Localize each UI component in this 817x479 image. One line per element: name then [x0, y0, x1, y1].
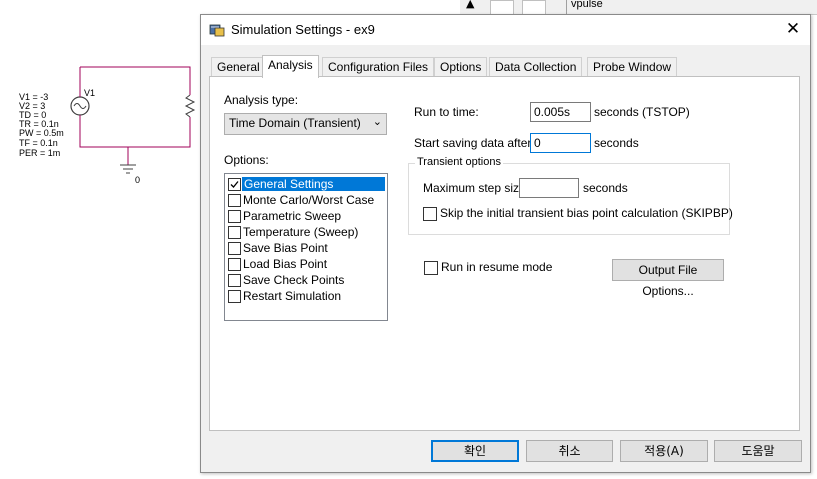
run-to-time-unit: seconds (TSTOP) [594, 105, 690, 119]
list-item-label: Monte Carlo/Worst Case [243, 193, 375, 207]
wire-tool-icon[interactable] [490, 0, 514, 15]
option-save-bias-point[interactable]: Save Bias Point [227, 240, 385, 256]
skip-bias-label: Skip the initial transient bias point ca… [440, 206, 733, 220]
skip-bias-checkbox[interactable] [423, 207, 437, 221]
run-to-time-input[interactable] [530, 102, 591, 122]
list-item-label: Restart Simulation [243, 289, 342, 303]
list-item-label: Load Bias Point [243, 257, 328, 271]
list-item-label: Save Check Points [243, 273, 345, 287]
checkbox-icon[interactable] [228, 194, 241, 207]
list-item-label: Temperature (Sweep) [243, 225, 359, 239]
option-save-check-points[interactable]: Save Check Points [227, 272, 385, 288]
option-general-settings[interactable]: General Settings [227, 176, 385, 192]
schematic-param: TF = 0.1n [19, 138, 58, 148]
analysis-type-value: Time Domain (Transient) [229, 116, 361, 130]
option-monte-carlo[interactable]: Monte Carlo/Worst Case [227, 192, 385, 208]
max-step-input[interactable] [519, 178, 579, 198]
dialog-title: Simulation Settings - ex9 [231, 22, 375, 37]
tab-options[interactable]: Options [434, 57, 488, 77]
tab-data-collection[interactable]: Data Collection [489, 57, 583, 77]
checkbox-icon[interactable] [228, 210, 241, 223]
pulse-tool-icon[interactable] [522, 0, 546, 15]
start-saving-label: Start saving data after: [414, 136, 535, 150]
option-temperature-sweep[interactable]: Temperature (Sweep) [227, 224, 385, 240]
tab-probe-window[interactable]: Probe Window [587, 57, 678, 77]
ground-label: 0 [135, 175, 141, 185]
checkbox-icon[interactable] [228, 274, 241, 287]
tab-general[interactable]: General [211, 57, 266, 77]
list-item-label: General Settings [242, 177, 385, 191]
checkbox-icon[interactable] [228, 258, 241, 271]
analysis-type-select[interactable]: Time Domain (Transient) ⌄ [224, 113, 387, 135]
start-saving-input[interactable] [530, 133, 591, 153]
background-toolbar-strip: ▲ vpulse [460, 0, 817, 15]
up-arrow-icon[interactable]: ▲ [466, 0, 474, 10]
option-parametric-sweep[interactable]: Parametric Sweep [227, 208, 385, 224]
checkbox-icon[interactable] [228, 242, 241, 255]
part-name-label: vpulse [566, 0, 603, 14]
simulation-settings-dialog: Simulation Settings - ex9 ✕ General Anal… [200, 14, 811, 473]
cancel-button[interactable]: 취소 [526, 440, 613, 462]
options-label: Options: [224, 153, 269, 167]
checkbox-icon[interactable] [228, 226, 241, 239]
analysis-panel: Analysis type: Time Domain (Transient) ⌄… [209, 76, 800, 431]
tab-configuration-files[interactable]: Configuration Files [322, 57, 435, 77]
start-saving-unit: seconds [594, 136, 639, 150]
transient-options-group: Transient options Maximum step size: sec… [408, 156, 733, 235]
run-to-time-label: Run to time: [414, 105, 479, 119]
option-restart-simulation[interactable]: Restart Simulation [227, 288, 385, 304]
checkbox-checked-icon[interactable] [228, 178, 241, 191]
list-item-label: Save Bias Point [243, 241, 328, 255]
transient-options-title: Transient options [415, 156, 503, 168]
close-icon[interactable]: ✕ [776, 15, 810, 45]
help-button[interactable]: 도움말 [714, 440, 802, 462]
dialog-titlebar[interactable]: Simulation Settings - ex9 ✕ [201, 15, 810, 45]
tab-analysis[interactable]: Analysis [262, 55, 319, 78]
ok-button[interactable]: 확인 [431, 440, 519, 462]
list-item-label: Parametric Sweep [243, 209, 342, 223]
resume-mode-label: Run in resume mode [441, 260, 553, 274]
resume-mode-checkbox[interactable] [424, 261, 438, 275]
checkbox-icon[interactable] [228, 290, 241, 303]
analysis-type-label: Analysis type: [224, 93, 299, 107]
max-step-unit: seconds [583, 181, 628, 195]
chevron-down-icon: ⌄ [372, 115, 382, 128]
source-name-label: V1 [84, 88, 96, 98]
pspice-app-icon [209, 24, 225, 37]
apply-button[interactable]: 적용(A) [620, 440, 708, 462]
option-load-bias-point[interactable]: Load Bias Point [227, 256, 385, 272]
max-step-label: Maximum step size: [423, 181, 530, 195]
schematic-param: PER = 1m [19, 148, 61, 158]
output-file-options-button[interactable]: Output File Options... [612, 259, 724, 298]
schematic-param: PW = 0.5m [19, 128, 64, 138]
options-list[interactable]: General Settings Monte Carlo/Worst Case … [224, 173, 388, 321]
